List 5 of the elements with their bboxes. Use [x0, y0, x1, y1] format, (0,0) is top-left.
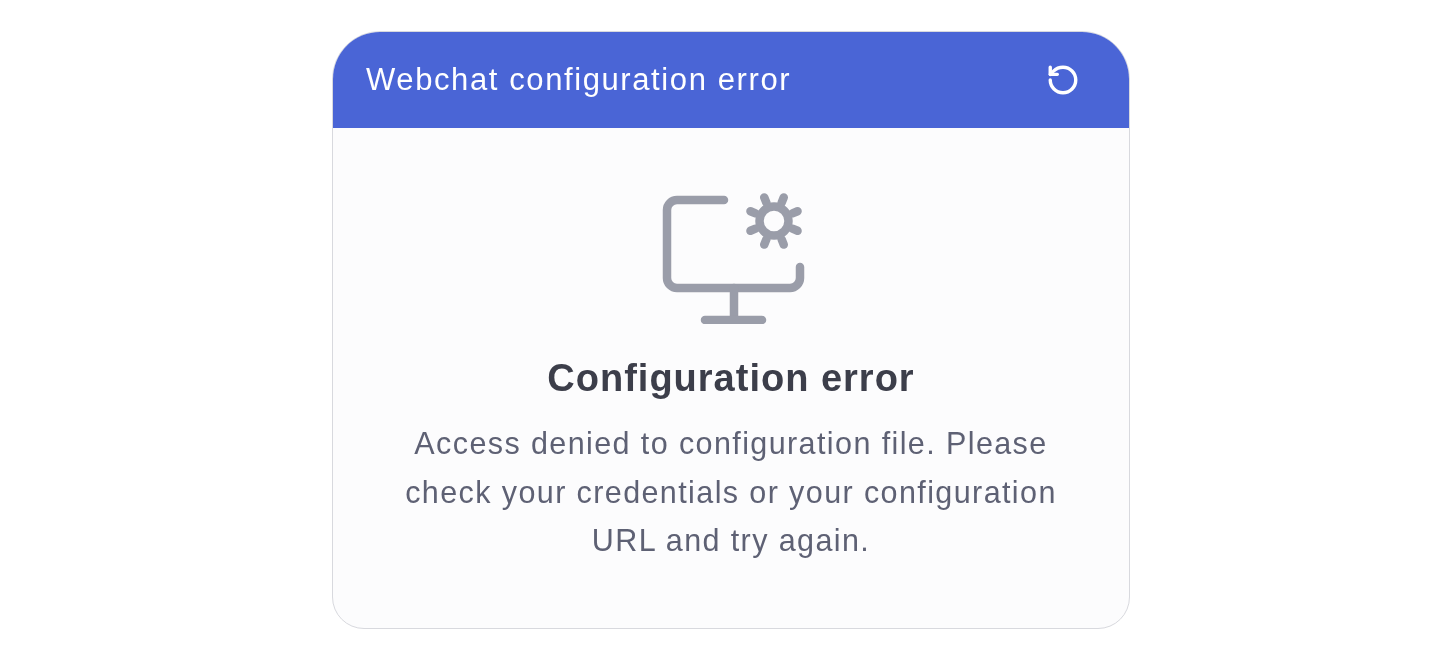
refresh-icon [1046, 63, 1080, 97]
error-title: Configuration error [547, 356, 915, 400]
header-title: Webchat configuration error [366, 62, 792, 98]
error-message: Access denied to configuration file. Please check your credentials or your configuration URL and try again. [404, 425, 1058, 560]
refresh-button[interactable] [1046, 63, 1080, 97]
